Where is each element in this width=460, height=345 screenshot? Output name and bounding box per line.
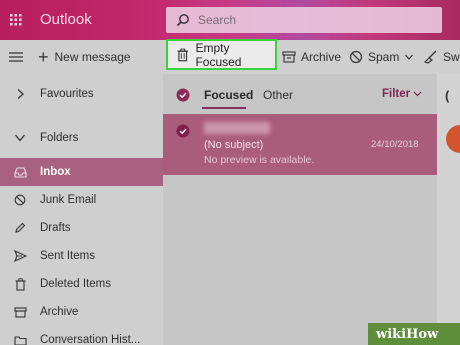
sidebar-item-label: Junk Email [40,194,97,206]
favourites-label: Favourites [40,88,94,100]
folder-pane: Favourites Folders Inbox Junk Email Draf… [0,74,163,345]
sidebar-item-label: Sent Items [40,250,95,262]
sidebar-item-label: Deleted Items [40,278,111,290]
archive-label: Archive [301,50,342,64]
chevron-right-icon [0,88,40,100]
sidebar-item-inbox[interactable]: Inbox [0,158,163,186]
favourites-toggle[interactable]: Favourites [0,80,163,108]
sidebar-item-archive[interactable]: Archive [0,298,163,326]
inbox-tabs: Focused Other Filter [163,74,437,114]
tab-other[interactable]: Other [263,88,293,102]
message-checkbox[interactable] [176,124,190,138]
sidebar-item-label: Inbox [40,166,71,178]
sidebar-item-sent-items[interactable]: Sent Items [0,242,163,270]
search-input[interactable]: Search [166,7,442,33]
hamburger-menu-icon[interactable] [8,49,24,65]
sweep-label: Swe [443,50,460,64]
sidebar-item-conversation-history[interactable]: Conversation Hist... [0,326,163,345]
blocked-icon [0,194,40,206]
watermark-text: wikiHow [376,326,439,342]
trash-icon [0,277,40,291]
filter-label: Filter [382,88,411,100]
sidebar-item-deleted-items[interactable]: Deleted Items [0,270,163,298]
message-item[interactable]: (No subject) 24/10/2018 No preview is av… [163,114,437,175]
filter-button[interactable]: Filter [382,88,422,100]
top-bar: Outlook Search [0,0,460,40]
chevron-down-icon [405,54,414,60]
message-list: Focused Other Filter (No subject) 24/10/… [163,74,437,345]
message-preview: No preview is available. [204,154,315,166]
archive-icon [282,51,296,63]
archive-icon [0,306,40,318]
folders-toggle[interactable]: Folders [0,124,163,152]
message-subject: (No subject) [204,139,264,151]
empty-focused-label: Empty Focused [195,40,242,69]
pencil-icon [0,222,40,234]
app-title: Outlook [40,11,92,28]
new-message-button[interactable]: + New message [38,40,131,74]
sidebar-item-label: Archive [40,306,79,318]
app-launcher-icon[interactable] [0,0,32,40]
folder-icon [0,335,40,345]
sweep-button[interactable]: Swe [424,40,460,74]
avatar [446,125,460,153]
spam-label: Spam [368,50,400,64]
sender-name-blurred [204,122,270,134]
select-all-checkbox[interactable] [176,88,190,102]
archive-button[interactable]: Archive [282,40,341,74]
new-message-label: New message [54,50,131,64]
spam-button[interactable]: Spam [349,40,419,74]
message-date: 24/10/2018 [371,139,419,150]
watermark-logo: wikiHow [368,323,460,345]
search-placeholder: Search [198,13,237,27]
trash-icon [177,48,188,61]
send-icon [0,250,40,262]
empty-focused-button[interactable]: Empty Focused [166,39,277,70]
reading-pane: ( [437,74,460,345]
plus-icon: + [38,46,49,67]
chevron-down-icon [413,91,422,97]
reading-pane-text: ( [445,88,450,103]
tab-focused[interactable]: Focused [204,88,253,102]
search-icon [176,14,189,27]
blocked-icon [349,50,363,64]
folders-label: Folders [40,132,79,144]
sidebar-item-junk-email[interactable]: Junk Email [0,186,163,214]
broom-icon [424,50,437,64]
chevron-down-icon [0,133,40,143]
active-tab-indicator [202,107,246,109]
sidebar-item-label: Conversation Hist... [40,334,141,345]
sidebar-item-drafts[interactable]: Drafts [0,214,163,242]
inbox-icon [0,166,40,178]
sidebar-item-label: Drafts [40,222,71,234]
